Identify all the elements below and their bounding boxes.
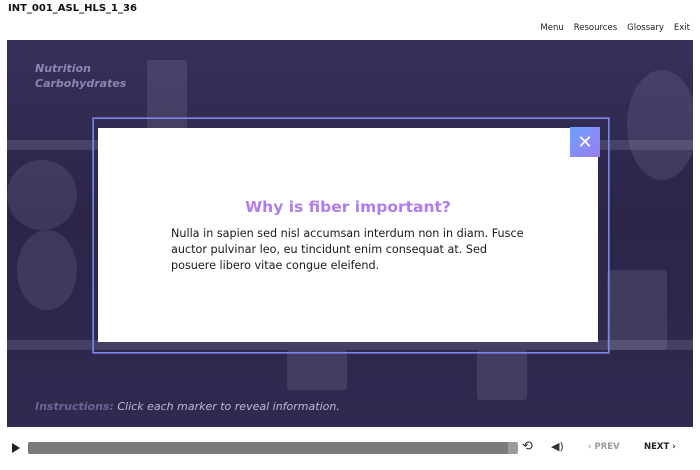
slide-title: Nutrition: [35, 62, 91, 75]
vegetable-shape: [7, 160, 77, 230]
package-shape: [607, 270, 667, 350]
player-controls: ⟲ ◀) ‹ PREV NEXT ›: [0, 436, 700, 466]
package-shape: [477, 350, 527, 400]
close-icon: ✕: [577, 131, 593, 153]
replay-icon[interactable]: ⟲: [522, 439, 533, 454]
seek-bar[interactable]: [28, 442, 518, 454]
close-button[interactable]: ✕: [570, 127, 600, 157]
package-shape: [287, 350, 347, 390]
instructions: Instructions: Click each marker to revea…: [35, 400, 340, 413]
modal-title: Why is fiber important?: [245, 198, 451, 216]
slide-subtitle: Carbohydrates: [35, 77, 127, 90]
modal-body: Nulla in sapien sed nisl accumsan interd…: [171, 227, 524, 272]
course-id: INT_001_ASL_HLS_1_36: [8, 3, 137, 14]
resources-link[interactable]: Resources: [574, 23, 617, 33]
menu-link[interactable]: Menu: [540, 23, 563, 33]
exit-link[interactable]: Exit: [674, 23, 690, 33]
play-icon[interactable]: [12, 443, 20, 453]
prev-button[interactable]: ‹ PREV: [588, 442, 620, 452]
next-button[interactable]: NEXT ›: [644, 442, 676, 452]
volume-icon[interactable]: ◀): [551, 440, 564, 453]
course-stage: Nutrition Carbohydrates Instructions: Cl…: [7, 40, 693, 427]
instructions-label: Instructions:: [35, 400, 114, 413]
glossary-link[interactable]: Glossary: [627, 23, 664, 33]
vegetable-shape: [17, 230, 77, 310]
info-modal: Why is fiber important? Nulla in sapien …: [98, 128, 598, 342]
instructions-text: Click each marker to reveal information.: [117, 400, 340, 413]
seek-progress: [28, 442, 509, 454]
top-nav: Menu Resources Glossary Exit: [540, 23, 690, 33]
vegetable-shape: [627, 70, 693, 180]
